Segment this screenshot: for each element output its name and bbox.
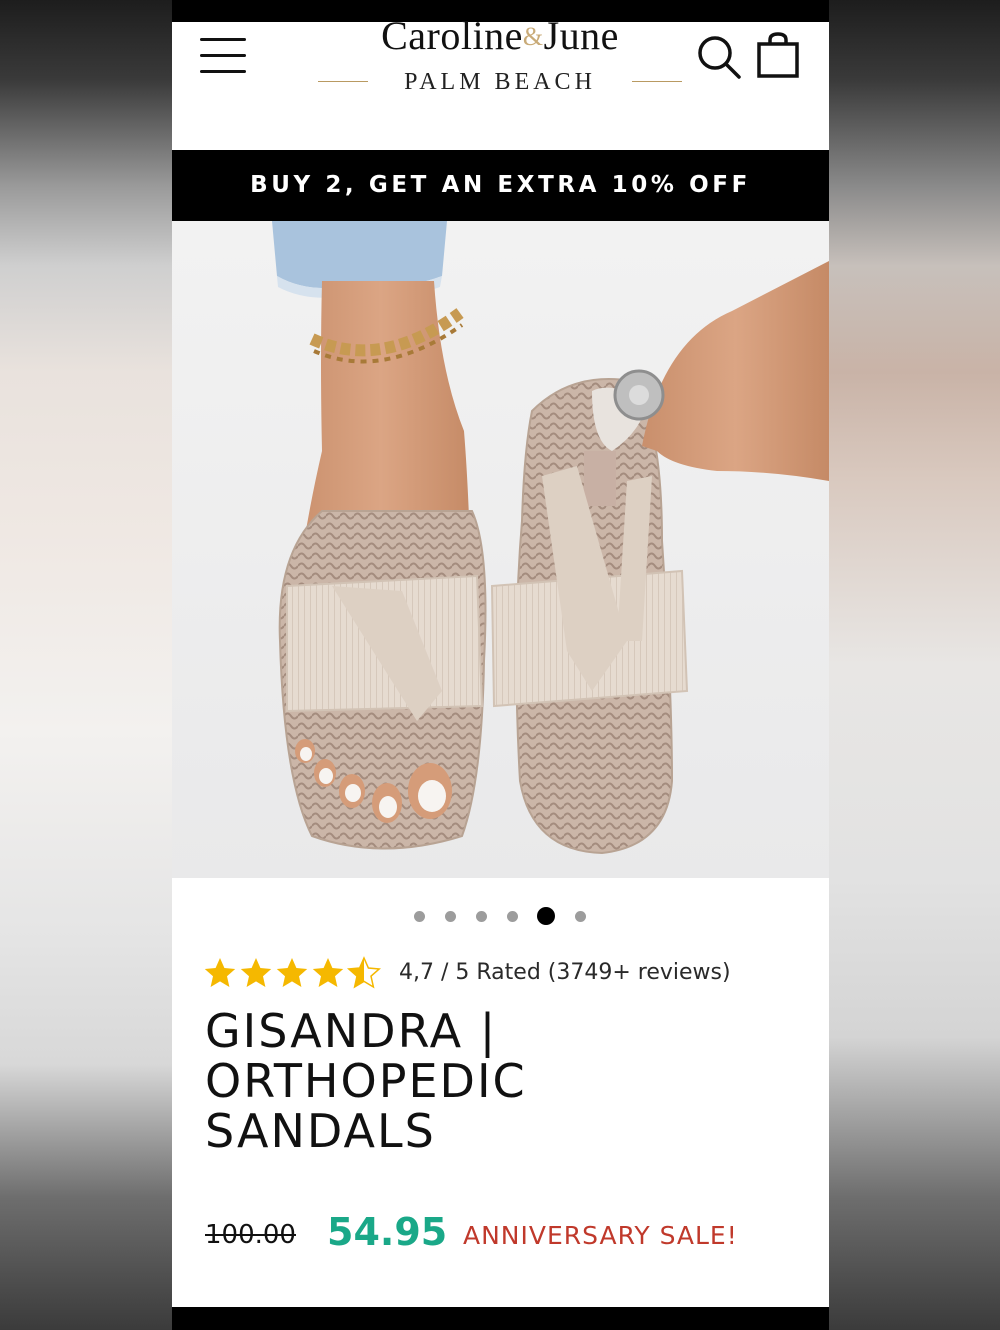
- carousel-dot-4[interactable]: [507, 911, 518, 922]
- carousel-dot-5-active[interactable]: [537, 907, 555, 925]
- menu-icon[interactable]: [200, 38, 248, 74]
- logo-rule-right: [632, 81, 682, 82]
- star-icon: [204, 958, 236, 987]
- logo-subline: PALM BEACH: [318, 67, 682, 97]
- original-price: 100.00: [205, 1220, 296, 1250]
- site-header: Caroline&June PALM BEACH: [172, 14, 829, 150]
- carousel-dot-6[interactable]: [575, 911, 586, 922]
- promo-banner[interactable]: BUY 2, GET AN EXTRA 10% OFF: [172, 150, 829, 221]
- bottom-strip: [172, 1307, 829, 1330]
- logo-ampersand: &: [522, 22, 544, 51]
- logo-wordmark: Caroline&June: [322, 14, 678, 59]
- shopping-bag-icon[interactable]: [756, 32, 800, 78]
- sale-label: ANNIVERSARY SALE!: [463, 1221, 738, 1250]
- brand-logo[interactable]: Caroline&June PALM BEACH: [318, 14, 682, 104]
- carousel-dot-3[interactable]: [476, 911, 487, 922]
- right-blurred-backdrop: [829, 0, 1000, 1330]
- carousel-dots: [172, 905, 829, 927]
- product-title: GISANDRA | ORTHOPEDIC SANDALS: [205, 1004, 527, 1158]
- product-image[interactable]: [172, 221, 829, 878]
- search-icon[interactable]: [696, 34, 742, 80]
- rating-row[interactable]: 4,7 / 5 Rated (3749+ reviews): [204, 955, 804, 991]
- star-icon: [240, 958, 272, 987]
- star-rating: [204, 957, 380, 988]
- phone-screen: Caroline&June PALM BEACH BUY 2, GET AN E…: [172, 0, 829, 1330]
- price-row: 100.00 54.95 ANNIVERSARY SALE!: [205, 1208, 805, 1258]
- star-icon: [276, 958, 308, 987]
- logo-name-part1: Caroline: [381, 13, 523, 58]
- carousel-dot-2[interactable]: [445, 911, 456, 922]
- rating-summary: 4,7 / 5 Rated (3749+ reviews): [399, 960, 731, 985]
- star-icon: [312, 958, 344, 987]
- left-blurred-backdrop: [0, 0, 172, 1330]
- logo-name-part2: June: [543, 13, 619, 58]
- sale-price: 54.95: [327, 1210, 448, 1254]
- carousel-dot-1[interactable]: [414, 911, 425, 922]
- half-star-icon: [348, 957, 380, 988]
- logo-rule-left: [318, 81, 368, 82]
- logo-location: PALM BEACH: [404, 69, 596, 95]
